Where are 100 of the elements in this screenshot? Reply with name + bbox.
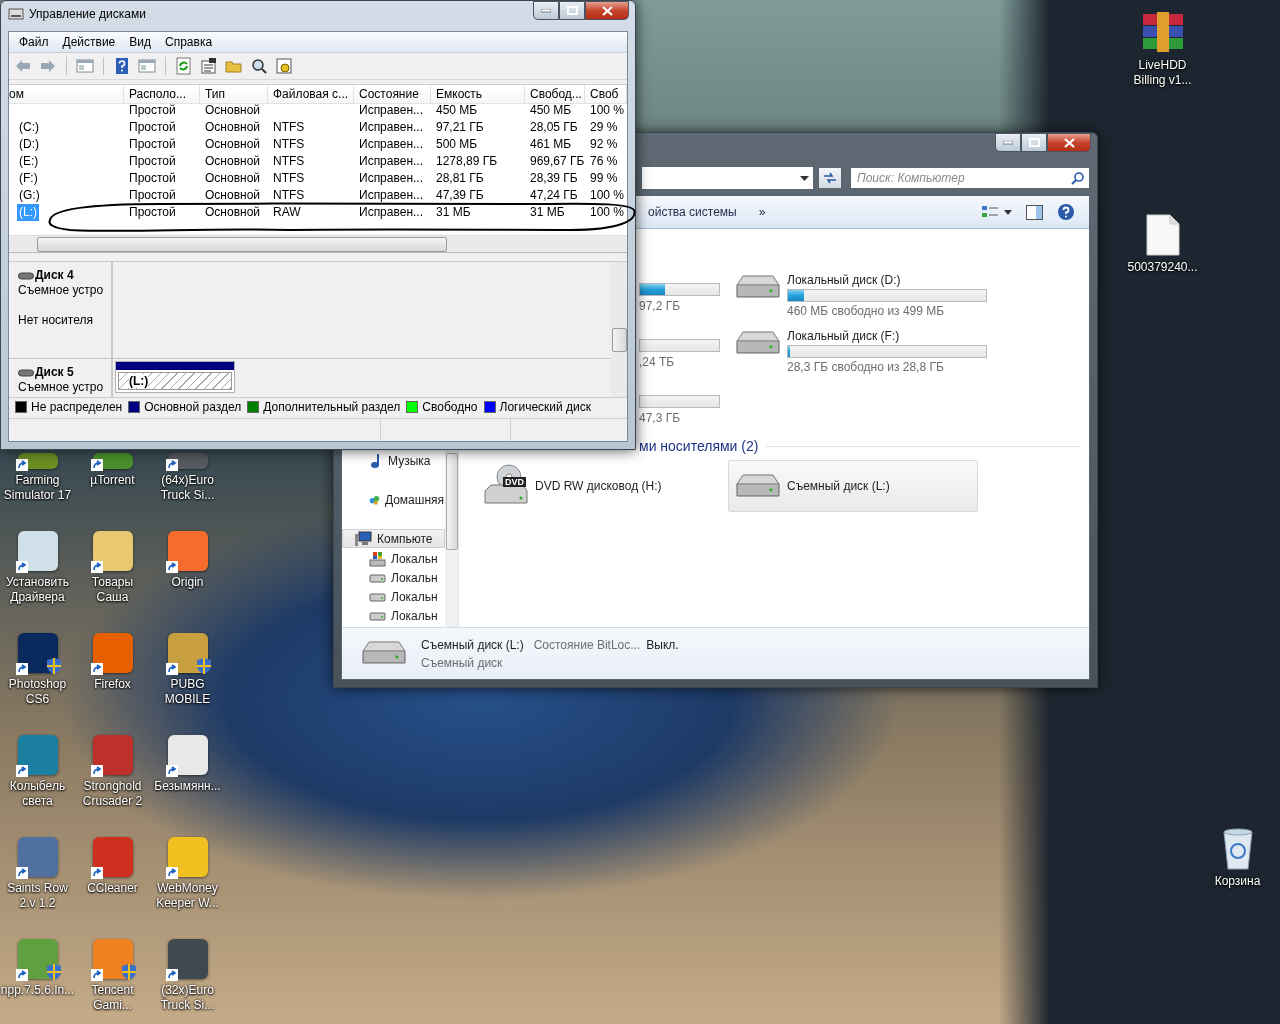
table-cell: Исправен... [359, 188, 423, 202]
refresh-button[interactable] [818, 167, 842, 189]
column-header[interactable]: Свобод... [525, 85, 585, 104]
desktop-icon-label: LiveHDD Billing v1... [1133, 58, 1192, 88]
table-cell: 100 % [590, 103, 625, 117]
table-cell: Исправен... [359, 171, 423, 185]
app-icon[interactable] [167, 735, 208, 775]
minimize-button[interactable] [995, 133, 1021, 152]
desktop-icon-label: Корзина [1214, 874, 1261, 889]
table-cell: 31 МБ [530, 205, 565, 219]
legend-label: Основной раздел [144, 400, 242, 414]
table-cell: 97,21 ГБ [436, 120, 484, 134]
drive-space-info: 97,2 ГБ [639, 299, 682, 313]
pane-icon [1026, 204, 1043, 220]
details-type: Съемный диск [421, 655, 504, 670]
maximize-button[interactable] [1021, 133, 1047, 152]
volume-cell[interactable]: (D:) [17, 136, 41, 153]
more-commands-button[interactable]: » [752, 203, 772, 221]
disk-name: Диск 4 [35, 268, 74, 283]
menu-item[interactable]: Вид [122, 33, 158, 51]
table-cell: NTFS [273, 120, 305, 134]
column-header[interactable]: Емкость [431, 85, 525, 104]
address-bar[interactable] [641, 166, 814, 190]
table-cell: 28,39 ГБ [530, 171, 578, 185]
app-icon[interactable] [167, 633, 208, 673]
system-properties-button[interactable]: ойства системы [642, 203, 743, 221]
help-button[interactable] [1055, 201, 1077, 223]
help-icon [113, 57, 131, 75]
nav-item[interactable]: Домашняя [342, 490, 445, 509]
preview-pane-button[interactable] [1024, 202, 1045, 222]
partition-block[interactable]: (L:) [115, 361, 235, 393]
app-icon[interactable] [17, 531, 58, 571]
magnifier-icon [250, 57, 268, 75]
app-icon[interactable] [92, 633, 133, 673]
app-icon[interactable] [167, 453, 208, 469]
table-cell: NTFS [273, 188, 305, 202]
close-icon [601, 5, 613, 16]
nav-item[interactable]: Локальн [342, 606, 445, 625]
archive-books-icon[interactable] [1140, 10, 1185, 54]
volume-cell[interactable]: (E:) [17, 153, 41, 170]
blank-file-icon[interactable] [1145, 214, 1180, 256]
nav-item[interactable]: Локальн [342, 568, 445, 587]
nav-item[interactable]: Музыка [342, 451, 445, 470]
vertical-scrollbar[interactable] [611, 262, 627, 397]
table-cell: 47,39 ГБ [436, 188, 484, 202]
menu-item[interactable]: Справка [158, 33, 220, 51]
disk-status: Нет носителя [18, 313, 94, 328]
table-cell: 461 МБ [530, 137, 572, 151]
table-cell: 1278,89 ГБ [436, 154, 498, 168]
table-cell: 450 МБ [530, 103, 572, 117]
volume-cell[interactable]: (F:) [17, 170, 40, 187]
horizontal-scrollbar[interactable] [9, 235, 627, 253]
table-cell: 47,24 ГБ [530, 188, 578, 202]
maximize-icon [566, 6, 578, 15]
drive-item[interactable]: Съемный диск (L:) [728, 460, 978, 512]
search-icon [1071, 171, 1085, 185]
table-cell: 76 % [590, 154, 618, 168]
app-icon[interactable] [92, 531, 133, 571]
disk-type: Съемное устро [18, 380, 105, 395]
volume-cell[interactable]: (C:) [17, 119, 41, 136]
close-button[interactable] [1047, 133, 1091, 152]
column-header[interactable]: Файловая с... [268, 85, 354, 104]
column-header[interactable]: ом [9, 85, 124, 104]
desktop-icon-label: Stronghold Crusader 2 [82, 779, 143, 809]
nav-item[interactable]: Компьюте [342, 529, 445, 548]
drive-name[interactable]: Локальный диск (D:) [787, 273, 987, 287]
drive-item[interactable]: DVD DVD RW дисковод (H:) [476, 460, 726, 512]
table-cell: Простой [129, 103, 176, 117]
column-header[interactable]: Состояние [354, 85, 431, 104]
volume-cell[interactable]: (G:) [17, 187, 42, 204]
forward-arrow-icon [39, 57, 57, 75]
column-header[interactable]: Тип [200, 85, 268, 104]
app-icon[interactable] [167, 531, 208, 571]
view-list-icon [982, 205, 998, 219]
drive-space-info: 28,3 ГБ свободно из 28,8 ГБ [787, 360, 945, 374]
table-cell: NTFS [273, 137, 305, 151]
maximize-button[interactable] [559, 1, 585, 20]
app-icon[interactable] [167, 939, 208, 979]
drive-name[interactable]: Локальный диск (F:) [787, 329, 987, 343]
column-header[interactable]: Располо... [124, 85, 200, 104]
vertical-scrollbar[interactable] [445, 451, 458, 627]
desktop-icon-label: Farming Simulator 17 [3, 473, 72, 503]
column-header[interactable]: Своб [585, 85, 627, 104]
app-icon[interactable] [17, 633, 58, 673]
menu-item[interactable]: Файл [12, 33, 56, 51]
search-field[interactable]: Поиск: Компьютер [850, 167, 1090, 189]
legend-label: Не распределен [31, 400, 123, 414]
nav-item[interactable]: Локальн [342, 587, 445, 606]
desktop-icon-label: npp.7.5.6.In... [0, 983, 75, 998]
nav-item[interactable]: Локальн [342, 549, 445, 568]
minimize-button[interactable] [533, 1, 559, 20]
app-icon[interactable] [92, 453, 133, 469]
app-icon[interactable] [17, 453, 58, 469]
help-icon [1057, 203, 1075, 221]
details-name: Съемный диск (L:) [421, 637, 524, 652]
table-cell: Основной [205, 154, 260, 168]
close-button[interactable] [585, 1, 629, 20]
panel-icon [138, 57, 156, 75]
menu-item[interactable]: Действие [55, 33, 123, 51]
app-icon[interactable] [92, 735, 133, 775]
